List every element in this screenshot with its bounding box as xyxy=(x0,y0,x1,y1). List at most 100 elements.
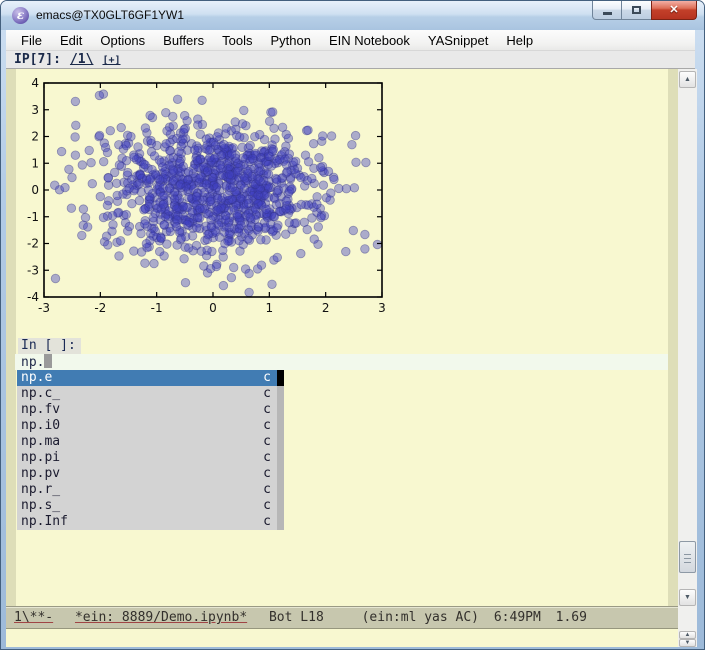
window-title: emacs@TX0GLT6GF1YW1 xyxy=(36,1,184,30)
cell-input-text: np. xyxy=(21,355,44,370)
ac-candidate-np-Inf[interactable]: np.Inf c xyxy=(17,514,284,530)
ac-candidate-annotation: c xyxy=(263,450,271,466)
ac-candidate-label: np.i0 xyxy=(21,418,60,433)
title-bar[interactable]: ε emacs@TX0GLT6GF1YW1 ✕ xyxy=(1,1,704,30)
close-button[interactable]: ✕ xyxy=(651,1,697,20)
ac-popup-edge xyxy=(277,482,284,498)
modeline-load-average: 1.69 xyxy=(556,610,587,625)
ac-popup-edge xyxy=(277,514,284,530)
scroll-up-button[interactable]: ▲ xyxy=(679,71,696,88)
ac-candidate-np-c_[interactable]: np.c_ c xyxy=(17,386,284,402)
ac-candidate-label: np.pv xyxy=(21,466,60,481)
ac-candidate-np-pv[interactable]: np.pv c xyxy=(17,466,284,482)
menu-item-help[interactable]: Help xyxy=(497,30,542,51)
ac-candidate-annotation: c xyxy=(263,386,271,402)
ac-candidate-label: np.r_ xyxy=(21,482,60,497)
mode-line[interactable]: 1\**- *ein: 8889/Demo.ipynb* Bot L18 (ei… xyxy=(6,606,678,629)
modeline-buffer-name: *ein: 8889/Demo.ipynb* xyxy=(75,610,247,625)
menu-item-buffers[interactable]: Buffers xyxy=(154,30,213,51)
ac-candidate-annotation: c xyxy=(263,514,271,530)
ac-candidate-label: np.pi xyxy=(21,450,60,465)
notebook-buffer[interactable]: -3-2-10123-4-3-2-101234 In [ ]: np. np.e… xyxy=(16,69,668,606)
ac-candidate-label: np.s_ xyxy=(21,498,60,513)
maximize-icon xyxy=(632,6,641,14)
ac-popup-edge xyxy=(277,402,284,418)
minibuffer-scroll-down-button[interactable]: ▼ xyxy=(679,639,696,647)
right-fringe xyxy=(668,69,678,606)
svg-text:-2: -2 xyxy=(94,301,106,315)
modeline-coding-indicator: 1\**- xyxy=(14,610,53,625)
worksheet-tab[interactable]: /1\ xyxy=(70,52,93,67)
svg-text:2: 2 xyxy=(322,301,330,315)
ac-candidate-annotation: c xyxy=(263,434,271,450)
ac-candidate-annotation: c xyxy=(263,370,271,386)
svg-text:4: 4 xyxy=(31,76,39,90)
left-fringe xyxy=(6,69,16,606)
ac-candidate-annotation: c xyxy=(263,498,271,514)
svg-text:-1: -1 xyxy=(27,210,39,224)
scroll-down-button[interactable]: ▼ xyxy=(679,589,696,606)
ac-candidate-np-pi[interactable]: np.pi c xyxy=(17,450,284,466)
modeline-position: Bot L18 xyxy=(269,610,324,625)
ac-candidate-annotation: c xyxy=(263,402,271,418)
ac-candidate-annotation: c xyxy=(263,466,271,482)
ac-candidate-np-e[interactable]: np.e c xyxy=(17,370,284,386)
ac-popup-edge xyxy=(277,386,284,402)
ac-candidate-np-ma[interactable]: np.ma c xyxy=(17,434,284,450)
menu-item-python[interactable]: Python xyxy=(261,30,319,51)
menu-item-tools[interactable]: Tools xyxy=(213,30,261,51)
kernel-prompt: IP[7]: xyxy=(14,52,61,67)
menu-item-yasnippet[interactable]: YASnippet xyxy=(419,30,497,51)
modeline-clock: 6:49PM xyxy=(494,610,541,625)
menu-item-edit[interactable]: Edit xyxy=(51,30,91,51)
svg-text:-3: -3 xyxy=(27,263,39,277)
ac-popup-edge xyxy=(277,434,284,450)
ac-popup-edge xyxy=(277,450,284,466)
scatter-plot-image: -3-2-10123-4-3-2-101234 xyxy=(16,73,416,325)
minimize-button[interactable] xyxy=(592,1,622,20)
maximize-button[interactable] xyxy=(622,1,651,20)
svg-text:2: 2 xyxy=(31,130,39,144)
ac-candidate-label: np.ma xyxy=(21,434,60,449)
notebook-header-line: IP[7]: /1\ [+] xyxy=(6,51,695,69)
svg-text:-4: -4 xyxy=(27,290,39,304)
emacs-icon: ε xyxy=(12,7,29,24)
ac-popup-edge xyxy=(277,498,284,514)
cell-input-line[interactable]: np. xyxy=(15,354,668,370)
ac-candidate-annotation: c xyxy=(263,418,271,434)
menu-bar: FileEditOptionsBuffersToolsPythonEIN Not… xyxy=(6,30,695,51)
ac-candidate-label: np.fv xyxy=(21,402,60,417)
vertical-scrollbar[interactable]: ▲ ▼ ▲ ▼ xyxy=(678,69,697,647)
new-worksheet-button[interactable]: [+] xyxy=(102,55,120,66)
menu-item-file[interactable]: File xyxy=(12,30,51,51)
svg-text:1: 1 xyxy=(266,301,274,315)
svg-text:3: 3 xyxy=(378,301,386,315)
minibuffer-scroll-up-button[interactable]: ▲ xyxy=(679,631,696,639)
ac-candidate-label: np.c_ xyxy=(21,386,60,401)
svg-text:1: 1 xyxy=(31,156,39,170)
menu-item-ein-notebook[interactable]: EIN Notebook xyxy=(320,30,419,51)
svg-text:-1: -1 xyxy=(151,301,163,315)
scrollbar-thumb[interactable] xyxy=(679,541,696,573)
ac-candidate-np-i0[interactable]: np.i0 c xyxy=(17,418,284,434)
ac-candidate-label: np.Inf xyxy=(21,514,68,529)
modeline-minor-modes: (ein:ml yas AC) xyxy=(362,610,479,625)
ac-candidate-np-s_[interactable]: np.s_ c xyxy=(17,498,284,514)
svg-text:3: 3 xyxy=(31,103,39,117)
svg-text:-3: -3 xyxy=(38,301,50,315)
window-controls: ✕ xyxy=(592,1,697,20)
ac-popup-edge xyxy=(277,418,284,434)
svg-text:0: 0 xyxy=(31,183,39,197)
cell-input-prompt: In [ ]: xyxy=(18,338,81,354)
text-cursor xyxy=(44,354,52,368)
minimize-icon xyxy=(603,12,612,15)
ac-candidate-label: np.e xyxy=(21,370,52,385)
ac-candidate-np-fv[interactable]: np.fv c xyxy=(17,402,284,418)
ac-cursor-block xyxy=(277,370,284,386)
minibuffer[interactable] xyxy=(6,629,678,647)
ac-candidate-np-r_[interactable]: np.r_c xyxy=(17,482,284,498)
menu-item-options[interactable]: Options xyxy=(91,30,154,51)
autocomplete-popup: np.ecnp.c_cnp.fvcnp.i0cnp.macnp.picnp.pv… xyxy=(17,370,284,530)
close-icon: ✕ xyxy=(669,2,678,19)
svg-text:-2: -2 xyxy=(27,237,39,251)
